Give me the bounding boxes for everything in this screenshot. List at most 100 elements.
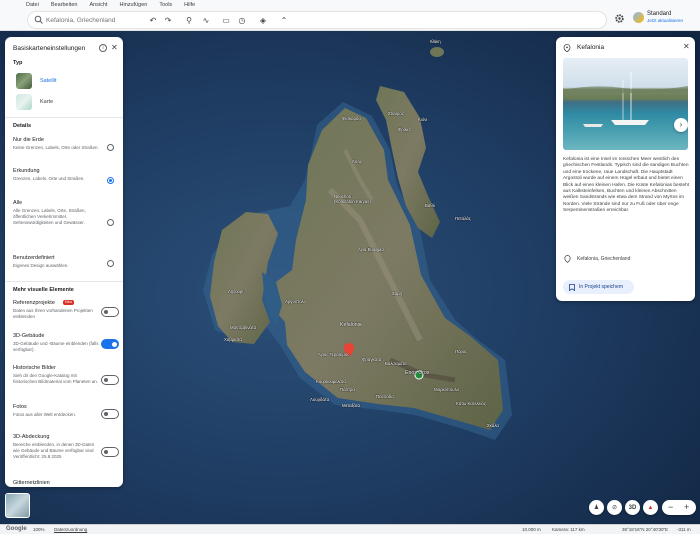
map-label-place[interactable]: Φισκάρδο [342,116,361,122]
hide-layer-icon[interactable]: ⊘ [607,500,622,515]
map-label-place[interactable]: Σάμη [392,291,402,297]
map-label-place[interactable]: Άσος [352,159,362,165]
map-label-place[interactable]: Μάντζαβινάτα [230,325,256,331]
search-box[interactable] [28,12,606,28]
map-label-place[interactable]: Φρίκες [398,127,411,133]
visual-title[interactable]: Referenzprojekte [13,300,55,306]
map-label-place[interactable]: Άγιος Γεράσιμος [318,352,349,358]
map-label-place[interactable]: Αργοστόλι [285,299,305,305]
layers-icon[interactable]: ◈ [257,14,269,26]
map-label-place[interactable]: Μεταξάτα [342,403,360,409]
toolbar: ↶ ↷ ⚲ ∿ ▭ ◷ ◈ ⌃ [0,9,700,31]
map-label-kefalonia[interactable]: Kefalonia [340,323,362,328]
map-label-place[interactable]: Πόρος [455,349,467,355]
place-pin-icon [563,44,571,52]
map-label-place[interactable]: Κάτω Κατελειός [456,401,486,407]
visual-title[interactable]: Gitternetzlinien [13,480,50,486]
map-label-place[interactable]: Κουρκουμελάτα [316,379,346,385]
close-icon[interactable]: ✕ [683,42,690,51]
divider [5,281,123,282]
zoom-out-icon[interactable]: − [668,502,673,512]
menu-hinzufuegen[interactable]: Hinzufügen [120,2,148,8]
elevation: -311 m [677,527,691,532]
toggle-3d-button[interactable]: 3D [625,500,640,515]
map-label-place[interactable]: Σκάλα [487,423,499,429]
detail-title[interactable]: Erkundung [13,168,40,174]
map-label-place[interactable]: Μαρκόπουλο [434,387,459,393]
menu-datei[interactable]: Datei [26,2,39,8]
menu-bearbeiten[interactable]: Bearbeiten [51,2,78,8]
gear-icon[interactable] [614,13,625,24]
divider [5,117,123,118]
chevron-right-icon[interactable]: › [674,118,688,132]
data-attribution-link[interactable]: Datenzuordnung [54,527,87,532]
map-label-place[interactable]: Λουρδάτα [310,397,329,403]
type-map-label[interactable]: Karte [40,99,53,105]
map-label-place[interactable]: Βαλσαμάτα [385,361,407,367]
detail-radio-all[interactable] [107,219,114,226]
map-label-place[interactable]: Ληξούρι [228,289,243,295]
upgrade-link[interactable]: Jetzt aktualisieren [647,18,683,23]
undo-icon[interactable]: ↶ [147,14,159,26]
detail-title[interactable]: Benutzerdefiniert [13,255,55,261]
map-label-place[interactable]: Ιθάκη [430,39,441,45]
close-icon[interactable]: ✕ [111,43,118,52]
type-satellite-label[interactable]: Satellit [40,78,57,84]
map-label-place[interactable]: Κιόνι [418,117,427,123]
account-plan: Standard [647,11,672,17]
detail-title[interactable]: Nur die Erde [13,137,44,143]
compass-icon[interactable]: ▲ [643,500,658,515]
visual-title[interactable]: 3D-Gebäude [13,333,45,339]
detail-radio-explore[interactable] [107,177,114,184]
section-visual: Mehr visuelle Elemente [13,287,74,293]
map-label-place[interactable]: Σταυρός [388,111,404,117]
map-label-place[interactable]: Πεταλάς [455,216,471,222]
menu-hilfe[interactable]: Hilfe [184,2,195,8]
presentation-icon[interactable]: ▭ [220,14,232,26]
sailboat-photo-art [563,72,688,127]
detail-title[interactable]: Alle [13,200,22,206]
info-icon[interactable]: i [99,44,107,52]
visual-title[interactable]: Fotos [13,404,27,410]
map-thumb[interactable] [16,94,32,110]
zoom-in-icon[interactable]: + [684,502,689,512]
panel-title: Basiskarteneinstellungen [13,45,86,52]
zoom-level: 100% [33,527,45,532]
map-label-place[interactable]: Βαθύ [425,203,435,209]
map-label-place[interactable]: Φραγκάτα [362,357,381,363]
satellite-thumb[interactable] [16,73,32,89]
visual-desc: Fotos aus aller Welt entdecken. [13,412,76,417]
visual-title[interactable]: Historische Bilder [13,365,56,371]
street-view-icon[interactable]: ♟ [589,500,604,515]
chevron-up-icon[interactable]: ⌃ [278,14,290,26]
toggle-photos[interactable] [101,409,119,419]
google-logo: Google [6,526,27,532]
save-to-project-button[interactable]: In Projekt speichern [563,280,634,294]
history-icon[interactable]: ◷ [236,14,248,26]
add-placemark-icon[interactable]: ⚲ [183,14,195,26]
search-input[interactable] [46,14,156,26]
map-label-place[interactable]: Πάστρα [340,387,355,393]
camera-altitude: Kamera: 117 km [552,527,585,532]
coordinates: 38°18'16"N 20°40'30"E [622,527,669,532]
detail-radio-custom[interactable] [107,260,114,267]
minimap[interactable] [5,493,30,518]
detail-radio-earth[interactable] [107,144,114,151]
menu-bar: Datei Bearbeiten Ansicht Hinzufügen Tool… [0,0,700,9]
menu-tools[interactable]: Tools [159,2,172,8]
toggle-historic-imagery[interactable] [101,375,119,385]
map-label-place[interactable]: Πεσσάδα [376,394,394,400]
avatar[interactable] [633,12,644,23]
toggle-3d-buildings[interactable] [101,339,119,349]
map-label-neochori[interactable]: Neochori (Komitaton Karyas) [334,194,371,205]
toggle-reference-projects[interactable] [101,307,119,317]
map-label-enos[interactable]: Enos Oros [405,371,430,376]
menu-ansicht[interactable]: Ansicht [89,2,107,8]
redo-icon[interactable]: ↷ [162,14,174,26]
draw-path-icon[interactable]: ∿ [200,14,212,26]
map-label-place[interactable]: Αγία Ευφημία [358,247,384,253]
toggle-3d-coverage[interactable] [101,447,119,457]
visual-title[interactable]: 3D-Abdeckung [13,434,49,440]
place-photo[interactable]: › [563,58,688,150]
map-label-place[interactable]: Χαβριάτα [224,337,242,343]
